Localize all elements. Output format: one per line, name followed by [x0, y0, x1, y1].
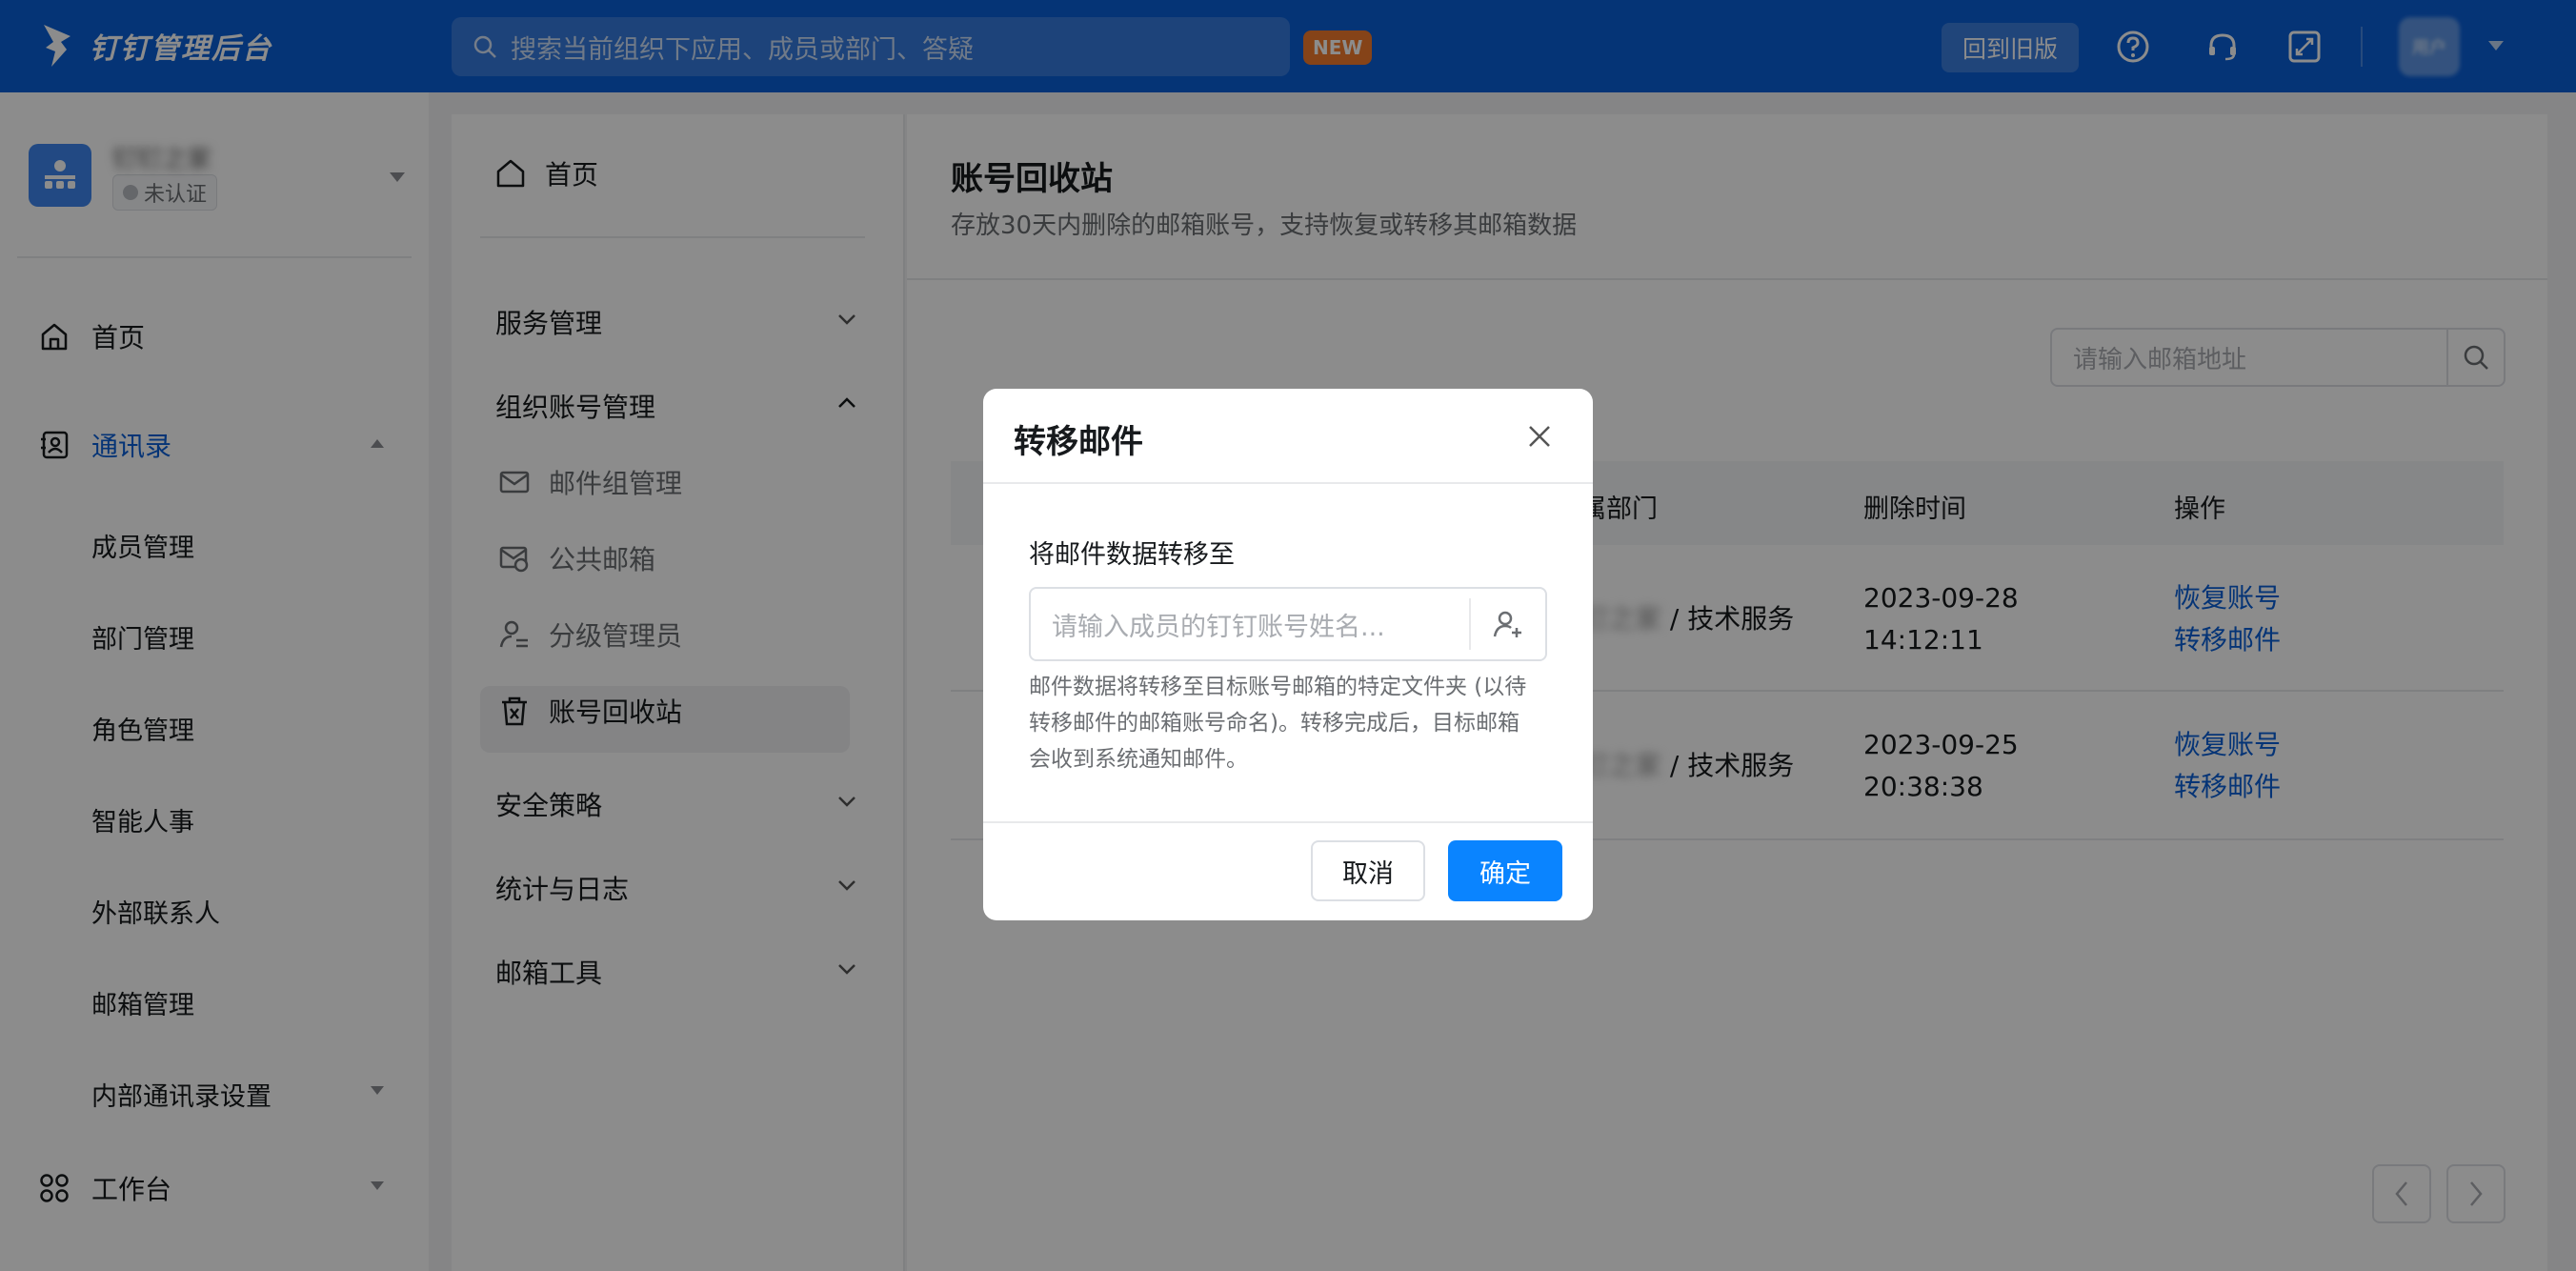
add-member-button[interactable] — [1469, 598, 1545, 650]
dialog-footer-divider — [983, 821, 1593, 823]
dialog-header: 转移邮件 — [983, 389, 1593, 484]
transfer-mail-dialog: 转移邮件 将邮件数据转移至 请输入成员的钉钉账号姓名... 邮件数据将转移至目标… — [983, 389, 1593, 920]
transfer-help-text: 邮件数据将转移至目标账号邮箱的特定文件夹 (以待 转移邮件的邮箱账号命名)。转移… — [1029, 669, 1553, 777]
cancel-button[interactable]: 取消 — [1311, 840, 1425, 901]
add-user-icon — [1493, 611, 1521, 637]
transfer-target-label: 将邮件数据转移至 — [1029, 540, 1235, 570]
help-line: 邮件数据将转移至目标账号邮箱的特定文件夹 (以待 — [1029, 675, 1527, 699]
member-select: 请输入成员的钉钉账号姓名... — [1029, 587, 1547, 661]
confirm-button[interactable]: 确定 — [1448, 840, 1562, 901]
help-line: 转移邮件的邮箱账号命名)。转移完成后，目标邮箱 — [1029, 711, 1519, 736]
help-line: 会收到系统通知邮件。 — [1029, 747, 1248, 772]
member-input[interactable]: 请输入成员的钉钉账号姓名... — [1031, 606, 1469, 643]
dialog-title: 转移邮件 — [1014, 423, 1143, 461]
close-icon[interactable] — [1524, 421, 1555, 452]
